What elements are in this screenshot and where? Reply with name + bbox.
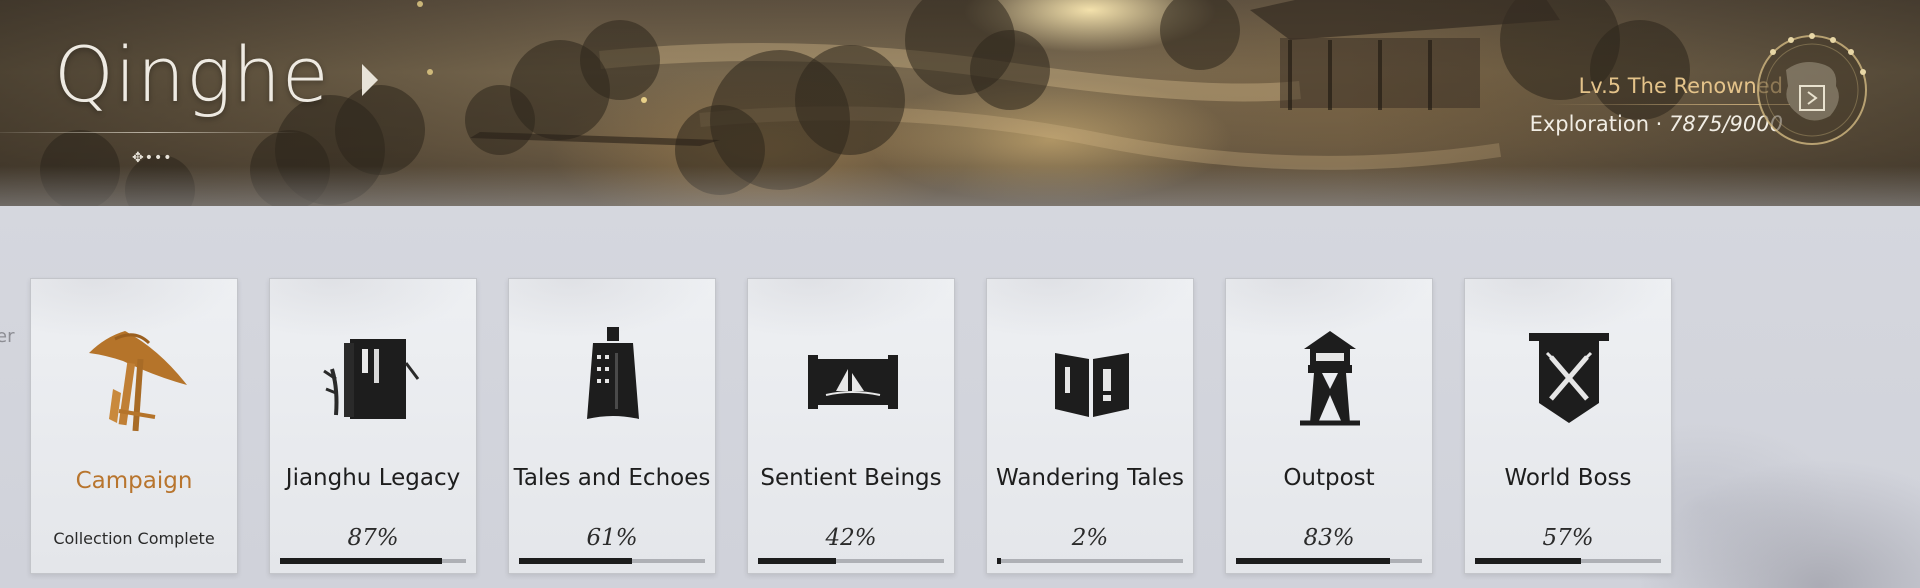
card-tales-and-echoes[interactable]: Tales and Echoes 61% <box>508 278 716 574</box>
card-label: World Boss <box>1504 465 1632 491</box>
crossed-swords-banner-icon <box>1529 333 1609 423</box>
progress-track <box>1236 558 1422 564</box>
progress-fill <box>519 558 633 564</box>
card-outpost[interactable]: Outpost 83% <box>1225 278 1433 574</box>
progress-track <box>758 558 944 564</box>
exploration-progress: Exploration · 7875/9000 <box>1530 112 1783 136</box>
progress-track <box>1475 558 1661 564</box>
card-wandering-tales[interactable]: Wandering Tales 2% <box>986 278 1194 574</box>
card-label: Tales and Echoes <box>513 465 711 491</box>
card-status: Collection Complete <box>53 529 215 548</box>
card-percent: 87% <box>347 525 399 551</box>
scroll-painting-icon <box>808 355 898 409</box>
progress-fill <box>1236 558 1391 564</box>
offscreen-tab-label[interactable]: er <box>0 326 14 347</box>
progress-track <box>997 558 1183 564</box>
region-map-seal-icon[interactable] <box>1752 30 1872 150</box>
progress-track <box>519 558 705 564</box>
region-next-arrow-icon[interactable] <box>362 64 378 96</box>
card-world-boss[interactable]: World Boss 57% <box>1464 278 1672 574</box>
region-banner: Qinghe ✥••• Lv.5 The Renowned Exploratio… <box>0 0 1920 206</box>
card-label: Sentient Beings <box>760 465 942 491</box>
card-sentient-beings[interactable]: Sentient Beings 42% <box>747 278 955 574</box>
card-label: Wandering Tales <box>996 465 1184 491</box>
card-percent: 61% <box>586 525 638 551</box>
progress-track <box>280 558 466 564</box>
progress-fill <box>758 558 837 564</box>
card-percent: 57% <box>1542 525 1594 551</box>
banner-fade <box>0 166 1920 206</box>
exploration-label: Exploration · <box>1529 112 1670 136</box>
open-book-icon <box>1055 353 1129 417</box>
book-icon <box>323 339 420 419</box>
straw-hat-icon <box>89 331 187 432</box>
region-title: Qinghe <box>54 30 330 119</box>
card-label: Jianghu Legacy <box>285 465 461 491</box>
card-campaign[interactable]: Campaign Collection Complete <box>30 278 238 574</box>
bell-icon <box>587 327 639 419</box>
region-indicator-dots: ✥••• <box>132 150 173 166</box>
card-percent: 83% <box>1303 525 1355 551</box>
title-underline <box>0 132 300 133</box>
card-jianghu-legacy[interactable]: Jianghu Legacy 87% <box>269 278 477 574</box>
progress-fill <box>280 558 442 564</box>
card-percent: 2% <box>1071 525 1109 551</box>
card-label: Outpost <box>1283 465 1375 491</box>
card-percent: 42% <box>825 525 877 551</box>
progress-fill <box>1475 558 1582 564</box>
progress-fill <box>997 558 1001 564</box>
watchtower-icon <box>1300 331 1360 426</box>
card-label: Campaign <box>75 468 193 494</box>
